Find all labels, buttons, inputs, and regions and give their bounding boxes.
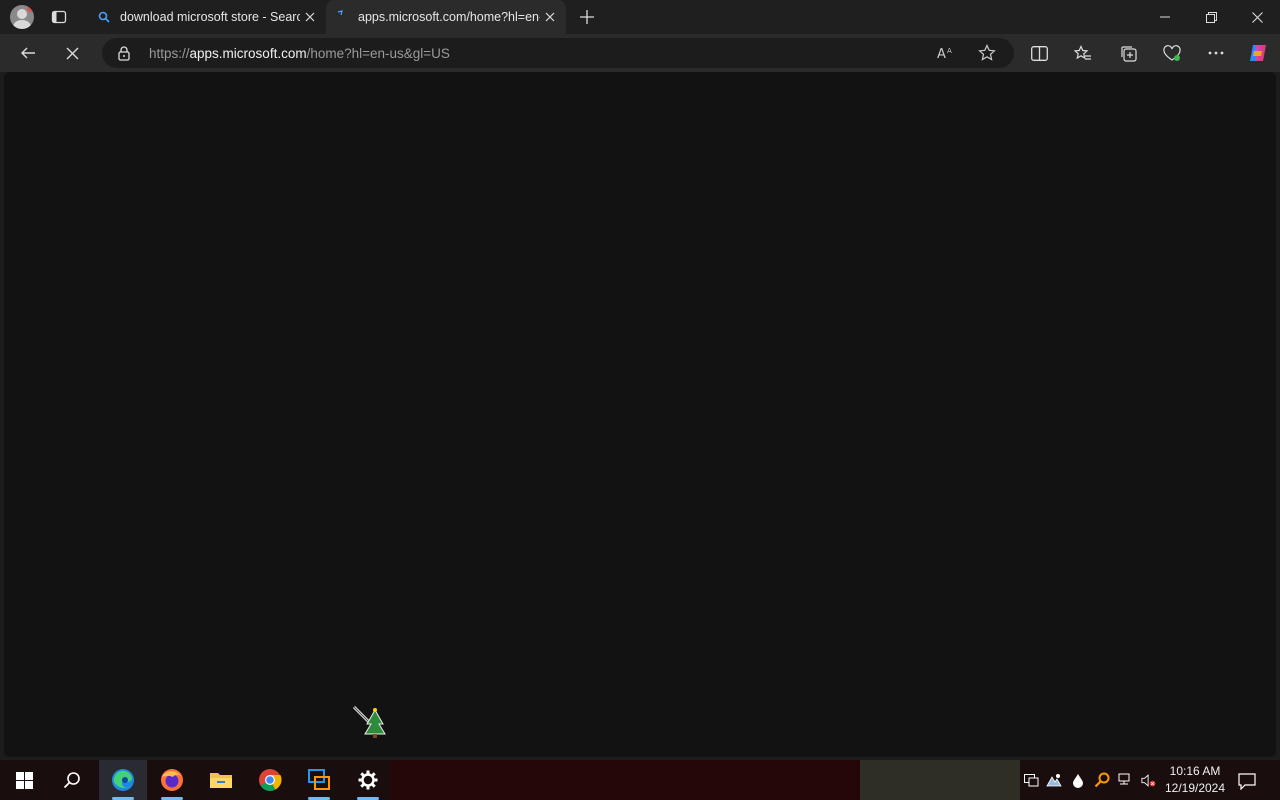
split-screen-icon[interactable] <box>1025 39 1053 67</box>
new-tab-icon[interactable] <box>576 6 598 28</box>
wallpaper-strip <box>860 760 1020 800</box>
settings-icon[interactable] <box>344 760 392 800</box>
tab-strip: download microsoft store - Search apps.m… <box>0 0 1280 34</box>
mouse-cursor-icon <box>352 704 390 740</box>
read-aloud-icon[interactable]: AA <box>936 43 956 63</box>
svg-text:A: A <box>937 47 946 61</box>
address-bar[interactable]: https://apps.microsoft.com/home?hl=en-us… <box>102 38 1014 68</box>
close-window-icon[interactable] <box>1234 0 1280 34</box>
search-icon[interactable] <box>48 760 96 800</box>
volume-muted-icon[interactable] <box>1141 772 1157 788</box>
edge-icon[interactable] <box>99 760 147 800</box>
tray-search-app-icon[interactable] <box>1094 772 1110 788</box>
chrome-icon[interactable] <box>246 760 294 800</box>
url-scheme: https:// <box>149 46 190 61</box>
more-options-icon[interactable] <box>1202 39 1230 67</box>
search-icon <box>96 9 112 25</box>
close-tab-icon[interactable] <box>540 7 560 27</box>
taskbar: 10:16 AM 12/19/2024 <box>0 760 1280 800</box>
tray-device-icon[interactable] <box>1023 772 1039 788</box>
favorite-star-icon[interactable] <box>977 43 997 63</box>
url-text[interactable]: https://apps.microsoft.com/home?hl=en-us… <box>149 46 450 61</box>
tab-search[interactable]: download microsoft store - Search <box>88 0 326 34</box>
firefox-icon[interactable] <box>148 760 196 800</box>
loading-icon <box>334 9 350 25</box>
clock-date: 12/19/2024 <box>1164 781 1226 795</box>
copilot-icon[interactable] <box>1244 39 1272 67</box>
url-host: apps.microsoft.com <box>189 46 307 61</box>
favorites-icon[interactable] <box>1069 39 1097 67</box>
close-tab-icon[interactable] <box>300 7 320 27</box>
taskbar-clock[interactable]: 10:16 AM 12/19/2024 <box>1160 763 1230 797</box>
navigation-toolbar: https://apps.microsoft.com/home?hl=en-us… <box>0 34 1280 72</box>
clock-time: 10:16 AM <box>1169 764 1221 778</box>
tab-title: download microsoft store - Search <box>120 10 300 24</box>
svg-text:A: A <box>947 47 952 55</box>
browser-essentials-icon[interactable] <box>1158 39 1186 67</box>
web-content-area[interactable] <box>4 72 1276 757</box>
tab-actions-icon[interactable] <box>48 6 70 28</box>
file-explorer-icon[interactable] <box>197 760 245 800</box>
restore-icon[interactable] <box>1188 0 1234 34</box>
profile-avatar-icon[interactable] <box>10 5 34 29</box>
back-arrow-icon[interactable] <box>14 39 42 67</box>
remote-desktop-icon[interactable] <box>295 760 343 800</box>
wallpaper-strip <box>390 760 870 800</box>
network-icon[interactable] <box>1118 772 1134 788</box>
tab-title: apps.microsoft.com/home?hl=en-us&gl=US <box>358 10 540 24</box>
start-icon[interactable] <box>0 760 48 800</box>
url-path: /home?hl=en-us&gl=US <box>306 46 450 61</box>
minimize-icon[interactable] <box>1142 0 1188 34</box>
stop-loading-icon[interactable] <box>58 39 86 67</box>
collections-icon[interactable] <box>1114 39 1142 67</box>
notification-icon[interactable] <box>1236 770 1258 792</box>
tray-cloud-app-icon[interactable] <box>1046 772 1062 788</box>
lock-icon[interactable] <box>116 45 132 61</box>
tab-store[interactable]: apps.microsoft.com/home?hl=en-us&gl=US <box>326 0 566 34</box>
tray-drop-icon[interactable] <box>1070 772 1086 788</box>
